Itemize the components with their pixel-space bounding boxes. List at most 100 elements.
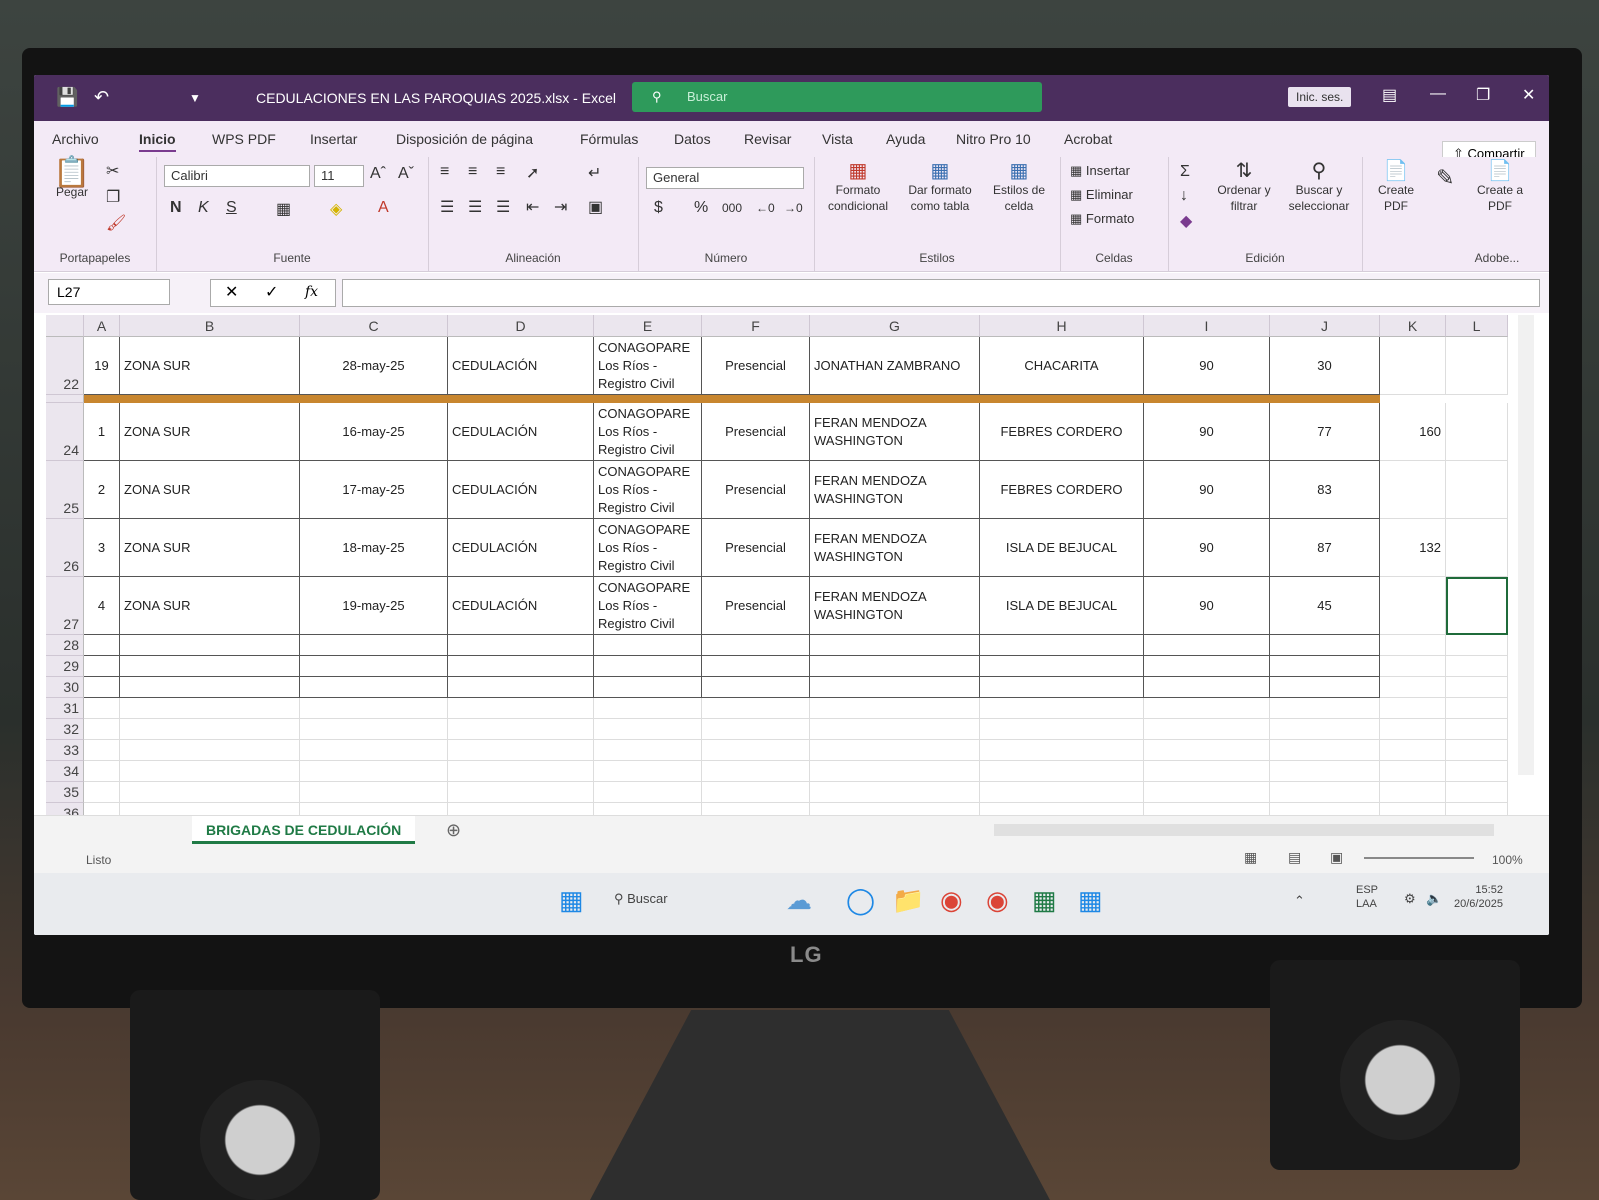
create-pdf-button[interactable]: 📄 Create PDF [1368,161,1424,214]
cell-e34[interactable] [594,761,702,782]
cell-l34[interactable] [1446,761,1508,782]
wifi-icon[interactable]: ⚙ [1404,891,1416,907]
cell-h27[interactable]: ISLA DE BEJUCAL [980,577,1144,635]
sort-filter-button[interactable]: ⇅ Ordenar y filtrar [1212,161,1276,214]
cell-d28[interactable] [448,635,594,656]
cell-e33[interactable] [594,740,702,761]
zoom-level[interactable]: 100% [1492,853,1523,867]
page-break-icon[interactable]: ▣ [1330,849,1343,866]
close-icon[interactable]: ✕ [1522,85,1535,105]
clear-icon[interactable]: ◆ [1180,211,1192,231]
cell-d31[interactable] [448,698,594,719]
cell-k24[interactable]: 160 [1380,403,1446,461]
cell-g35[interactable] [810,782,980,803]
cell-f25[interactable]: Presencial [702,461,810,519]
column-header-c[interactable]: C [300,315,448,337]
tab-insertar[interactable]: Insertar [310,131,357,147]
cell-k33[interactable] [1380,740,1446,761]
tab-ayuda[interactable]: Ayuda [886,131,925,147]
cell-a30[interactable] [84,677,120,698]
cell-c35[interactable] [300,782,448,803]
column-header-a[interactable]: A [84,315,120,337]
row-header-31[interactable]: 31 [46,698,84,719]
cell-d30[interactable] [448,677,594,698]
conditional-format-button[interactable]: ▦ Formato condicional [820,161,896,214]
tab-disposicion[interactable]: Disposición de página [396,131,533,147]
increase-decimal-icon[interactable]: ←0 [756,201,775,215]
sign-in-button[interactable]: Inic. ses. [1288,87,1352,107]
tab-inicio[interactable]: Inicio [139,131,176,152]
grow-font-icon[interactable]: Aˆ [370,165,386,183]
align-center-icon[interactable]: ☰ [468,197,482,217]
cell-j29[interactable] [1270,656,1380,677]
format-cells-button[interactable]: ▦ Formato [1070,211,1134,227]
worksheet-grid[interactable]: A B C D E F G H I J K L 22 19 ZONA SUR 28-may-25 CEDULAC… [34,315,1514,824]
italic-button[interactable]: K [198,199,209,217]
minimize-icon[interactable]: — [1430,85,1446,103]
cell-h31[interactable] [980,698,1144,719]
cell-b31[interactable] [120,698,300,719]
cell-j31[interactable] [1270,698,1380,719]
autosum-icon[interactable]: Σ [1180,163,1190,181]
create-a-pdf-button[interactable]: 📄 Create a PDF [1472,161,1528,214]
save-icon[interactable]: 💾 [56,87,78,108]
cell-b34[interactable] [120,761,300,782]
taskbar-search[interactable]: ⚲ Buscar [614,891,668,907]
cell-g29[interactable] [810,656,980,677]
cell-h29[interactable] [980,656,1144,677]
number-format-combo[interactable]: General [646,167,804,189]
cell-i22[interactable]: 90 [1144,337,1270,395]
cell-b25[interactable]: ZONA SUR [120,461,300,519]
cell-c26[interactable]: 18-may-25 [300,519,448,577]
column-header-b[interactable]: B [120,315,300,337]
cell-e24[interactable]: CONAGOPARE Los Ríos - Registro Civil [594,403,702,461]
cell-c31[interactable] [300,698,448,719]
row-header-27[interactable]: 27 [46,577,84,635]
windows-start-icon[interactable]: ▦ [559,885,584,916]
tab-acrobat[interactable]: Acrobat [1064,131,1112,147]
cell-h32[interactable] [980,719,1144,740]
insert-cells-button[interactable]: ▦ Insertar [1070,163,1130,179]
cell-f24[interactable]: Presencial [702,403,810,461]
cell-f31[interactable] [702,698,810,719]
cell-g25[interactable]: FERAN MENDOZA WASHINGTON [810,461,980,519]
delete-cells-button[interactable]: ▦ Eliminar [1070,187,1133,203]
format-painter-icon[interactable]: 🖌 [106,213,126,233]
column-header-f[interactable]: F [702,315,810,337]
row-header-23[interactable] [46,395,84,403]
enter-icon[interactable]: ✓ [265,282,278,302]
customize-icon[interactable]: ▼ [189,91,201,105]
cell-g26[interactable]: FERAN MENDOZA WASHINGTON [810,519,980,577]
tab-revisar[interactable]: Revisar [744,131,791,147]
column-header-d[interactable]: D [448,315,594,337]
cell-h25[interactable]: FEBRES CORDERO [980,461,1144,519]
cell-e35[interactable] [594,782,702,803]
column-header-i[interactable]: I [1144,315,1270,337]
tab-nitro[interactable]: Nitro Pro 10 [956,131,1031,147]
file-explorer-icon[interactable]: 📁 [892,885,924,916]
row-header-26[interactable]: 26 [46,519,84,577]
row-header-34[interactable]: 34 [46,761,84,782]
cell-a32[interactable] [84,719,120,740]
lang-indicator[interactable]: ESP LAA [1356,883,1378,911]
cell-i24[interactable]: 90 [1144,403,1270,461]
cell-e30[interactable] [594,677,702,698]
cell-j24[interactable]: 77 [1270,403,1380,461]
sheet-tab-brigadas[interactable]: BRIGADAS DE CEDULACIÓN [192,816,416,844]
cell-k35[interactable] [1380,782,1446,803]
cell-c25[interactable]: 17-may-25 [300,461,448,519]
cell-j26[interactable]: 87 [1270,519,1380,577]
cell-j30[interactable] [1270,677,1380,698]
edge-icon[interactable]: ◯ [846,885,875,916]
cell-d34[interactable] [448,761,594,782]
align-bottom-icon[interactable]: ≡ [496,163,505,181]
cell-j28[interactable] [1270,635,1380,656]
name-box[interactable]: L27 [48,279,170,305]
cell-g28[interactable] [810,635,980,656]
cell-f26[interactable]: Presencial [702,519,810,577]
cell-k29[interactable] [1380,656,1446,677]
cell-d33[interactable] [448,740,594,761]
cell-l30[interactable] [1446,677,1508,698]
cell-b27[interactable]: ZONA SUR [120,577,300,635]
cell-c27[interactable]: 19-may-25 [300,577,448,635]
